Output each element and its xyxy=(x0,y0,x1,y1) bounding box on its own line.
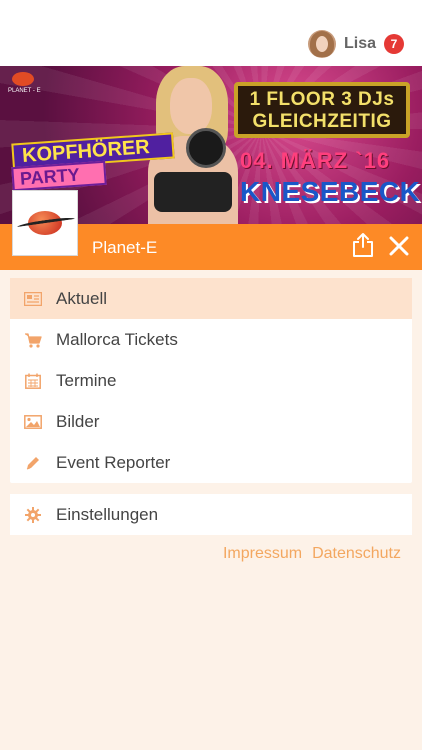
username[interactable]: Lisa xyxy=(344,35,376,53)
menu-item-label: Aktuell xyxy=(56,288,108,308)
app-logo xyxy=(12,190,78,256)
avatar-face xyxy=(315,36,328,52)
pencil-icon xyxy=(24,455,42,471)
close-icon[interactable] xyxy=(388,235,410,257)
top-bar: Lisa 7 xyxy=(0,0,422,66)
gear-icon xyxy=(24,506,42,523)
calendar-icon xyxy=(24,373,42,389)
menu-item-event-reporter[interactable]: Event Reporter xyxy=(10,442,412,483)
menu-item-termine[interactable]: Termine xyxy=(10,360,412,401)
avatar[interactable] xyxy=(307,30,336,58)
notification-badge[interactable]: 7 xyxy=(384,34,404,54)
planet-logo-text: PLANET - E xyxy=(8,88,41,94)
impressum-link[interactable]: Impressum xyxy=(223,545,302,563)
planet-logo-disc xyxy=(12,72,34,86)
main-menu: Aktuell Mallorca Tickets Termine Bilder … xyxy=(10,278,412,483)
dancer-top xyxy=(154,172,232,212)
banner-headline: 1 FLOOR 3 DJs GLEICHZEITIG xyxy=(234,82,410,138)
app-title: Planet-E xyxy=(92,238,158,257)
image-icon xyxy=(24,414,42,430)
footer-links: Impressum Datenschutz xyxy=(223,545,401,563)
banner-headline-line1: 1 FLOOR 3 DJs xyxy=(249,89,395,110)
menu-item-einstellungen[interactable]: Einstellungen xyxy=(10,494,412,535)
banner-date: 04. MÄRZ `16 xyxy=(240,148,391,173)
planet-logo-small: PLANET - E xyxy=(4,72,44,98)
cart-icon xyxy=(24,332,42,348)
banner-town: KNESEBECK xyxy=(240,176,421,207)
headphones-icon xyxy=(186,128,226,168)
menu-item-mallorca-tickets[interactable]: Mallorca Tickets xyxy=(10,319,412,360)
datenschutz-link[interactable]: Datenschutz xyxy=(312,545,401,563)
settings-menu: Einstellungen xyxy=(10,494,412,535)
menu-item-label: Event Reporter xyxy=(56,452,171,472)
menu-item-label: Termine xyxy=(56,370,117,390)
menu-item-label: Mallorca Tickets xyxy=(56,329,178,349)
share-icon[interactable] xyxy=(352,232,374,258)
banner-headline-line2: GLEICHZEITIG xyxy=(252,111,392,132)
menu-item-aktuell[interactable]: Aktuell xyxy=(10,278,412,319)
menu-item-label: Einstellungen xyxy=(56,504,159,524)
newspaper-icon xyxy=(24,291,42,307)
dancer-face xyxy=(170,78,212,134)
user-profile[interactable]: Lisa 7 xyxy=(307,28,404,60)
menu-item-label: Bilder xyxy=(56,411,100,431)
menu-item-bilder[interactable]: Bilder xyxy=(10,401,412,442)
